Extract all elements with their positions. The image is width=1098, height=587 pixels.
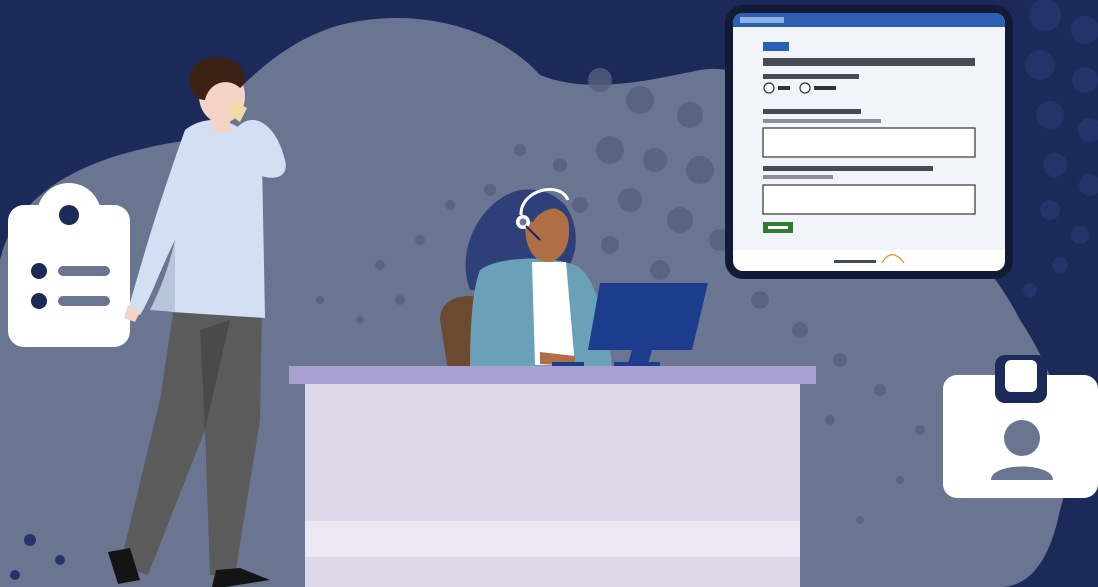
field-1-input[interactable] [762,127,976,158]
illustration-scene [0,0,1098,587]
submit-button-label [768,226,788,229]
field-2-input[interactable] [762,184,976,215]
id-badge-icon [943,355,1098,498]
reception-desk [289,366,816,587]
radio-option-1-label [778,86,790,90]
radio-option-2-label [814,86,836,90]
clipboard-list-icon [8,183,130,347]
tablet-device [725,5,1013,279]
tablet-header-title [740,17,784,23]
form-tag [763,42,789,51]
field-1-hint [763,119,881,123]
tablet-footer-text [834,260,876,263]
field-2-label [763,166,933,171]
radio-option-1[interactable] [763,82,775,94]
form-question-label [763,74,859,79]
radio-option-2[interactable] [799,82,811,94]
form-title [763,58,975,66]
field-1-label [763,109,861,114]
field-2-hint [763,175,833,179]
